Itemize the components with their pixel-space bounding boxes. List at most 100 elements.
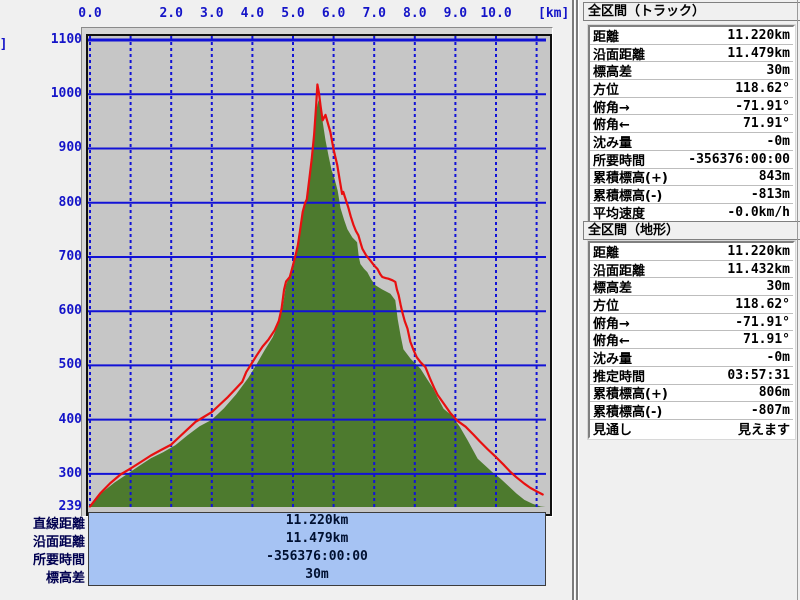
elevation-chart-canvas[interactable] — [86, 34, 552, 516]
y-tick-label: 400 — [0, 412, 82, 427]
summary-surface-distance: 11.479km — [89, 531, 545, 549]
table-row: 俯角→ -71.91° — [590, 98, 793, 116]
table-row: 俯角→ -71.91° — [590, 314, 793, 332]
summary-box: 11.220km 11.479km -356376:00:00 30m — [88, 512, 546, 586]
table-row: 距離 11.220km — [590, 243, 793, 261]
x-tick-label: 5.0 — [281, 6, 304, 21]
table-row: 俯角← 71.91° — [590, 115, 793, 133]
row-label: 推定時間 — [593, 367, 645, 385]
row-value: -71.91° — [735, 315, 790, 330]
row-label: 沿面距離 — [593, 261, 645, 279]
row-label: 方位 — [593, 296, 619, 314]
row-value: -356376:00:00 — [688, 152, 790, 167]
row-label: 俯角→ — [593, 314, 630, 332]
row-value: 11.432km — [727, 262, 790, 277]
row-label: 俯角← — [593, 331, 630, 349]
info-pane: 全区間（トラック） 距離 11.220km 沿面距離 11.479km 標高差 30m 方位… — [580, 0, 800, 600]
row-value: 03:57:31 — [727, 368, 790, 383]
row-label: 沈み量 — [593, 133, 632, 151]
row-label: 距離 — [593, 27, 619, 45]
row-label: 距離 — [593, 243, 619, 261]
y-min-label: 239 — [0, 499, 82, 514]
row-label: 俯角→ — [593, 98, 630, 116]
row-label: 見通し — [593, 420, 632, 437]
y-tick-label: 600 — [0, 303, 82, 318]
table-row: 沈み量 -0m — [590, 133, 793, 151]
row-label: 所要時間 — [593, 151, 645, 169]
table-row: 平均速度 -0.0km/h — [590, 204, 793, 221]
summary-elevation-diff: 30m — [89, 567, 545, 585]
x-tick-label: 7.0 — [362, 6, 385, 21]
summary-row-label: 直線距離 — [0, 513, 85, 532]
x-tick-label: 6.0 — [322, 6, 345, 21]
row-value: -0m — [767, 134, 790, 149]
row-value: -0m — [767, 350, 790, 365]
row-label: 累積標高(-) — [593, 402, 662, 420]
row-value: 11.220km — [727, 28, 790, 43]
summary-row-label: 沿面距離 — [0, 531, 85, 550]
row-value: 30m — [767, 279, 790, 294]
table-row: 沿面距離 11.479km — [590, 45, 793, 63]
row-label: 標高差 — [593, 62, 632, 80]
summary-row-label: 所要時間 — [0, 549, 85, 568]
y-tick-label: 900 — [0, 140, 82, 155]
row-label: 俯角← — [593, 115, 630, 133]
y-tick-label: 300 — [0, 466, 82, 481]
panel-table-track: 距離11.220km沿面距離11.479km標高差30m方位118.62°俯角→… — [588, 25, 795, 223]
y-tick-label: 1100 — [0, 32, 82, 47]
x-tick-label: 9.0 — [444, 6, 467, 21]
y-tick-label: 1000 — [0, 86, 82, 101]
table-row: 距離 11.220km — [590, 27, 793, 45]
row-value: 11.479km — [727, 46, 790, 61]
table-row: 方位118.62° — [590, 80, 793, 98]
y-tick-label: 700 — [0, 249, 82, 264]
window-right-border — [797, 0, 798, 600]
panel-header-track: 全区間（トラック） — [583, 2, 800, 21]
x-tick-label: 3.0 — [200, 6, 223, 21]
elevation-profile-window: { "chart": { "x_unit_label": "[km]", "y_… — [0, 0, 800, 600]
row-label: 標高差 — [593, 278, 632, 296]
row-value: 71.91° — [743, 332, 790, 347]
row-value: -807m — [751, 403, 790, 418]
table-row: 所要時間 -356376:00:00 — [590, 151, 793, 169]
row-label: 累積標高(+) — [593, 169, 668, 187]
x-tick-label: 8.0 — [403, 6, 426, 21]
row-label: 沿面距離 — [593, 45, 645, 63]
table-row: 累積標高(-) -807m — [590, 402, 793, 420]
panel-header-terrain: 全区間（地形） — [583, 221, 800, 240]
table-row: 沈み量 -0m — [590, 349, 793, 367]
row-label: 沈み量 — [593, 349, 632, 367]
table-row: 累積標高(-)-813m — [590, 186, 793, 204]
x-axis-unit-label: [km] — [538, 6, 569, 21]
row-value: -0.0km/h — [727, 205, 790, 220]
panel-table-terrain: 距離 11.220km 沿面距離 11.432km 標高差 30m 方位 118.62° 俯角→… — [588, 241, 795, 439]
table-row: 標高差 30m — [590, 278, 793, 296]
row-label: 平均速度 — [593, 204, 645, 221]
row-value: 71.91° — [743, 116, 790, 131]
table-row: 俯角← 71.91° — [590, 331, 793, 349]
row-value: -813m — [751, 187, 790, 202]
row-value: 118.62° — [735, 297, 790, 312]
summary-straight-distance: 11.220km — [89, 513, 545, 531]
y-tick-label: 800 — [0, 195, 82, 210]
row-value: 806m — [759, 385, 790, 400]
row-value: 11.220km — [727, 244, 790, 259]
x-tick-label: 2.0 — [159, 6, 182, 21]
y-tick-label: 500 — [0, 357, 82, 372]
table-row: 見通し 見えます — [590, 420, 793, 437]
row-label: 方位 — [593, 80, 619, 98]
row-label: 累積標高(+) — [593, 385, 668, 403]
x-tick-label: 10.0 — [480, 6, 511, 21]
summary-row-label: 標高差 — [0, 567, 85, 586]
panel-splitter[interactable] — [572, 0, 580, 600]
row-value: -71.91° — [735, 99, 790, 114]
table-row: 方位 118.62° — [590, 296, 793, 314]
table-row: 推定時間 03:57:31 — [590, 367, 793, 385]
terrain-area — [90, 100, 546, 507]
row-value: 843m — [759, 169, 790, 184]
elevation-chart-svg — [88, 36, 546, 510]
row-value: 見えます — [738, 420, 790, 437]
summary-required-time: -356376:00:00 — [89, 549, 545, 567]
x-tick-label: 0.0 — [78, 6, 101, 21]
table-row: 累積標高(+) 843m — [590, 169, 793, 187]
